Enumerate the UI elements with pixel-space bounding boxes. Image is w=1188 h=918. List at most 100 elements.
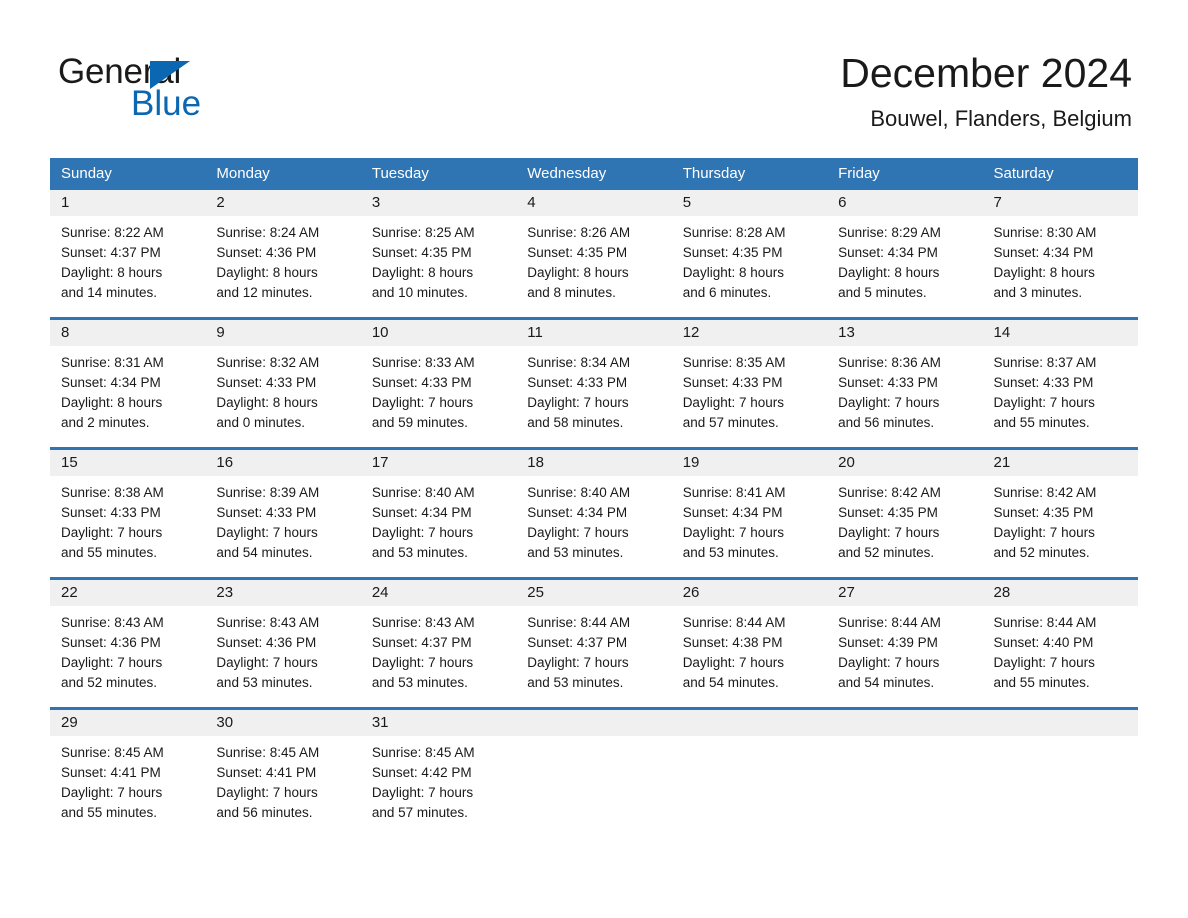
day-cell[interactable]: 3 Sunrise: 8:25 AM Sunset: 4:35 PM Dayli… (360, 190, 517, 305)
day-details: Sunrise: 8:34 AM Sunset: 4:33 PM Dayligh… (516, 346, 671, 435)
day-cell[interactable]: 8 Sunrise: 8:31 AM Sunset: 4:34 PM Dayli… (50, 320, 206, 435)
generalblue-logo[interactable]: General Blue (58, 52, 378, 124)
day-cell[interactable]: 11 Sunrise: 8:34 AM Sunset: 4:33 PM Dayl… (516, 320, 672, 435)
day-cell[interactable]: 25 Sunrise: 8:44 AM Sunset: 4:37 PM Dayl… (516, 580, 672, 695)
day-cell[interactable]: 27 Sunrise: 8:44 AM Sunset: 4:39 PM Dayl… (827, 580, 983, 695)
daylight-text-2: and 53 minutes. (371, 545, 468, 560)
day-details: Sunrise: 8:26 AM Sunset: 4:35 PM Dayligh… (516, 216, 671, 305)
daylight-text-1: Daylight: 7 hours (371, 395, 474, 410)
day-cell[interactable]: 9 Sunrise: 8:32 AM Sunset: 4:33 PM Dayli… (205, 320, 361, 435)
day-number: 24 (360, 580, 517, 606)
day-number: 31 (360, 710, 517, 736)
day-number: 17 (360, 450, 517, 476)
day-cell[interactable]: 16 Sunrise: 8:39 AM Sunset: 4:33 PM Dayl… (205, 450, 361, 565)
day-details: Sunrise: 8:38 AM Sunset: 4:33 PM Dayligh… (50, 476, 205, 565)
daylight-text-1: Daylight: 7 hours (527, 655, 629, 670)
day-cell[interactable]: 6 Sunrise: 8:29 AM Sunset: 4:34 PM Dayli… (827, 190, 983, 305)
day-cell[interactable]: 12 Sunrise: 8:35 AM Sunset: 4:33 PM Dayl… (671, 320, 828, 435)
day-number: 5 (671, 190, 828, 216)
calendar-page: General Blue December 2024 Bouwel, Fland… (0, 0, 1188, 918)
daylight-text-2: and 14 minutes. (61, 285, 158, 300)
day-number: 2 (205, 190, 361, 216)
daylight-text-1: Daylight: 8 hours (216, 395, 318, 410)
day-details: Sunrise: 8:22 AM Sunset: 4:37 PM Dayligh… (50, 216, 205, 305)
daylight-text-2: and 10 minutes. (371, 285, 468, 300)
day-details: Sunrise: 8:44 AM Sunset: 4:38 PM Dayligh… (672, 606, 827, 695)
day-cell[interactable]: 21 Sunrise: 8:42 AM Sunset: 4:35 PM Dayl… (982, 450, 1138, 565)
calendar-grid: Sunday Monday Tuesday Wednesday Thursday… (50, 158, 1138, 825)
daylight-text-2: and 8 minutes. (527, 285, 616, 300)
sunrise-text: Sunrise: 8:41 AM (682, 485, 786, 500)
daylight-text-1: Daylight: 7 hours (993, 525, 1095, 540)
sunset-text: Sunset: 4:34 PM (993, 245, 1094, 260)
day-details: Sunrise: 8:36 AM Sunset: 4:33 PM Dayligh… (827, 346, 982, 435)
day-cell[interactable]: 29 Sunrise: 8:45 AM Sunset: 4:41 PM Dayl… (50, 710, 206, 825)
weekday-header-row: Sunday Monday Tuesday Wednesday Thursday… (50, 158, 1138, 190)
daylight-text-2: and 2 minutes. (61, 415, 150, 430)
sunrise-text: Sunrise: 8:45 AM (61, 745, 164, 760)
day-cell[interactable]: 7 Sunrise: 8:30 AM Sunset: 4:34 PM Dayli… (982, 190, 1138, 305)
sunrise-text: Sunrise: 8:22 AM (61, 225, 164, 240)
day-cell[interactable]: 14 Sunrise: 8:37 AM Sunset: 4:33 PM Dayl… (982, 320, 1138, 435)
day-cell-empty (982, 710, 1138, 825)
day-details: Sunrise: 8:44 AM Sunset: 4:39 PM Dayligh… (827, 606, 982, 695)
day-cell[interactable]: 5 Sunrise: 8:28 AM Sunset: 4:35 PM Dayli… (671, 190, 828, 305)
day-cell[interactable]: 10 Sunrise: 8:33 AM Sunset: 4:33 PM Dayl… (360, 320, 517, 435)
daylight-text-1: Daylight: 7 hours (838, 525, 940, 540)
day-cell[interactable]: 20 Sunrise: 8:42 AM Sunset: 4:35 PM Dayl… (827, 450, 983, 565)
sunset-text: Sunset: 4:35 PM (993, 505, 1094, 520)
day-number: 27 (827, 580, 983, 606)
sunrise-text: Sunrise: 8:26 AM (527, 225, 631, 240)
day-cell[interactable]: 31 Sunrise: 8:45 AM Sunset: 4:42 PM Dayl… (360, 710, 517, 825)
day-cell[interactable]: 17 Sunrise: 8:40 AM Sunset: 4:34 PM Dayl… (360, 450, 517, 565)
day-details: Sunrise: 8:31 AM Sunset: 4:34 PM Dayligh… (50, 346, 205, 435)
day-cell[interactable]: 4 Sunrise: 8:26 AM Sunset: 4:35 PM Dayli… (516, 190, 672, 305)
sunset-text: Sunset: 4:37 PM (61, 245, 161, 260)
day-number: 30 (205, 710, 361, 736)
daylight-text-1: Daylight: 7 hours (371, 785, 474, 800)
day-number: 12 (671, 320, 828, 346)
daylight-text-2: and 57 minutes. (371, 805, 468, 820)
day-cell[interactable]: 15 Sunrise: 8:38 AM Sunset: 4:33 PM Dayl… (50, 450, 206, 565)
sunrise-text: Sunrise: 8:43 AM (371, 615, 475, 630)
sunset-text: Sunset: 4:34 PM (682, 505, 783, 520)
day-cell[interactable]: 26 Sunrise: 8:44 AM Sunset: 4:38 PM Dayl… (671, 580, 828, 695)
daylight-text-2: and 54 minutes. (216, 545, 313, 560)
sunset-text: Sunset: 4:41 PM (61, 765, 161, 780)
sunrise-text: Sunrise: 8:29 AM (838, 225, 941, 240)
day-cell[interactable]: 23 Sunrise: 8:43 AM Sunset: 4:36 PM Dayl… (205, 580, 361, 695)
day-number: 6 (827, 190, 983, 216)
sunset-text: Sunset: 4:39 PM (838, 635, 938, 650)
day-number: 19 (671, 450, 828, 476)
day-cell[interactable]: 28 Sunrise: 8:44 AM Sunset: 4:40 PM Dayl… (982, 580, 1138, 695)
sunrise-text: Sunrise: 8:40 AM (371, 485, 475, 500)
day-cell[interactable]: 2 Sunrise: 8:24 AM Sunset: 4:36 PM Dayli… (205, 190, 361, 305)
day-details: Sunrise: 8:44 AM Sunset: 4:40 PM Dayligh… (983, 606, 1138, 695)
day-number: 29 (50, 710, 206, 736)
day-cell[interactable]: 1 Sunrise: 8:22 AM Sunset: 4:37 PM Dayli… (50, 190, 206, 305)
sunset-text: Sunset: 4:34 PM (838, 245, 938, 260)
day-cell[interactable]: 13 Sunrise: 8:36 AM Sunset: 4:33 PM Dayl… (827, 320, 983, 435)
sunrise-text: Sunrise: 8:32 AM (216, 355, 320, 370)
day-number: 9 (205, 320, 361, 346)
day-cell[interactable]: 30 Sunrise: 8:45 AM Sunset: 4:41 PM Dayl… (205, 710, 361, 825)
day-number: 21 (982, 450, 1138, 476)
title-block: December 2024 Bouwel, Flanders, Belgium (840, 48, 1132, 132)
day-number (827, 710, 983, 736)
weekday-header-thursday: Thursday (682, 165, 746, 182)
day-number: 10 (360, 320, 517, 346)
sunrise-text: Sunrise: 8:44 AM (993, 615, 1097, 630)
day-details: Sunrise: 8:42 AM Sunset: 4:35 PM Dayligh… (983, 476, 1138, 565)
daylight-text-1: Daylight: 7 hours (216, 655, 318, 670)
sunset-text: Sunset: 4:33 PM (216, 375, 317, 390)
day-details (516, 736, 671, 825)
day-cell[interactable]: 24 Sunrise: 8:43 AM Sunset: 4:37 PM Dayl… (360, 580, 517, 695)
day-cell[interactable]: 19 Sunrise: 8:41 AM Sunset: 4:34 PM Dayl… (671, 450, 828, 565)
day-cell[interactable]: 22 Sunrise: 8:43 AM Sunset: 4:36 PM Dayl… (50, 580, 206, 695)
day-cell[interactable]: 18 Sunrise: 8:40 AM Sunset: 4:34 PM Dayl… (516, 450, 672, 565)
daylight-text-2: and 56 minutes. (216, 805, 313, 820)
sunrise-text: Sunrise: 8:36 AM (838, 355, 941, 370)
daylight-text-1: Daylight: 8 hours (527, 265, 629, 280)
sunrise-text: Sunrise: 8:42 AM (838, 485, 941, 500)
day-details: Sunrise: 8:25 AM Sunset: 4:35 PM Dayligh… (361, 216, 516, 305)
